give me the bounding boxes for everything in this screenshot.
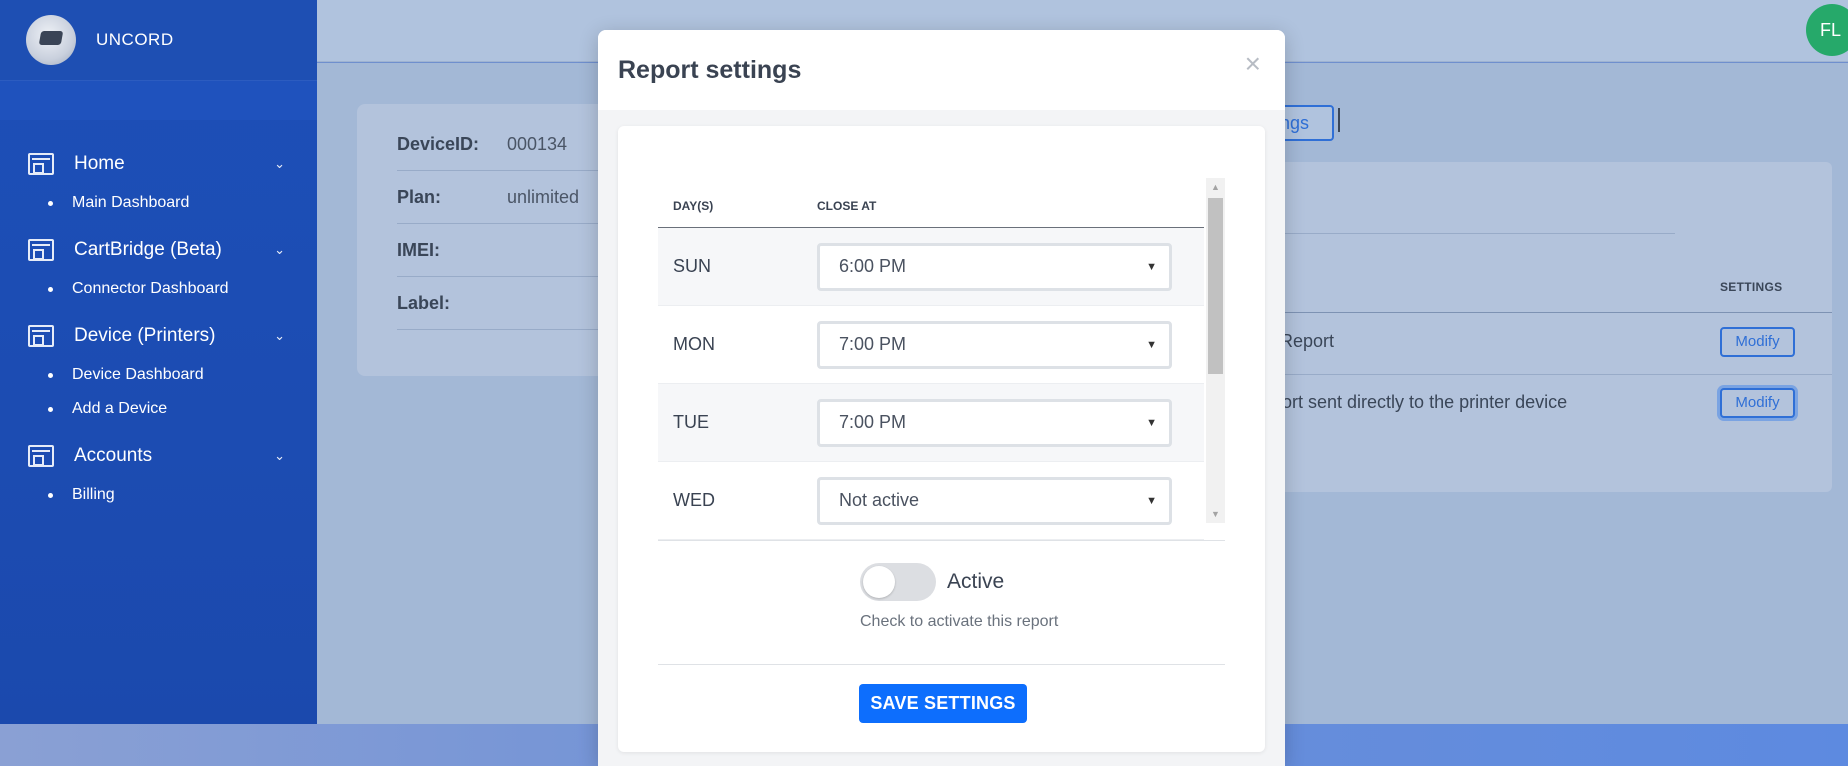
nav-group-cartbridge: CartBridge (Beta) ⌄ Connector Dashboard	[0, 228, 317, 306]
nav-head-cartbridge[interactable]: CartBridge (Beta) ⌄	[0, 228, 317, 272]
sidebar-item-label: Connector Dashboard	[72, 280, 229, 297]
toggle-label: Active	[947, 570, 1005, 593]
bullet-icon	[48, 492, 53, 498]
active-toggle[interactable]	[860, 563, 936, 601]
reports-row-line	[1270, 374, 1832, 375]
chevron-down-icon: ⌄	[274, 448, 285, 463]
sidebar-divider	[0, 80, 317, 120]
divider	[658, 540, 1225, 541]
device-value: 000134	[507, 134, 568, 154]
bullet-icon	[48, 286, 53, 292]
chevron-down-icon: ⌄	[274, 156, 285, 171]
divider	[658, 664, 1225, 665]
bullet-icon	[48, 406, 53, 412]
tab-separator	[1338, 108, 1340, 132]
device-key: DeviceID:	[397, 134, 480, 154]
device-value: unlimited	[507, 187, 580, 207]
nav-group-home: Home ⌄ Main Dashboard	[0, 142, 317, 220]
nav-label: Device (Printers)	[74, 325, 216, 346]
select-value: Not active	[839, 490, 920, 510]
brand-logo	[26, 15, 76, 65]
device-key: Plan:	[397, 187, 442, 207]
modify-button-focused[interactable]: Modify	[1720, 388, 1795, 418]
sidebar-item-label: Add a Device	[72, 400, 168, 417]
table-row: WED Not active ▼	[658, 462, 1204, 540]
nav-head-device[interactable]: Device (Printers) ⌄	[0, 314, 317, 358]
modal-body: DAY(S) CLOSE AT SUN 6:00 PM ▼ MON 7:00 PM…	[618, 126, 1265, 752]
table-row: TUE 7:00 PM ▼	[658, 384, 1204, 462]
sidebar-item-label: Billing	[72, 486, 115, 503]
report-row-title: Report	[1280, 331, 1335, 351]
active-toggle-row: Active	[860, 563, 1004, 601]
settings-column-header: SETTINGS	[1720, 280, 1783, 294]
select-value: 7:00 PM	[839, 334, 907, 354]
close-icon[interactable]: ×	[1245, 48, 1261, 80]
report-row-description: port sent directly to the printer device	[1272, 392, 1568, 412]
scrollbar[interactable]: ▲ ▼	[1206, 178, 1225, 523]
sidebar-item-billing[interactable]: Billing	[0, 478, 317, 512]
device-key: IMEI:	[397, 240, 440, 260]
sidebar-item-label: Main Dashboard	[72, 194, 190, 211]
sidebar-item-device-dashboard[interactable]: Device Dashboard	[0, 358, 317, 392]
chevron-down-icon: ⌄	[274, 328, 285, 343]
dashboard-icon	[28, 445, 54, 467]
nav-label: CartBridge (Beta)	[74, 239, 222, 260]
close-time-select[interactable]: 7:00 PM ▼	[817, 320, 1172, 369]
toggle-help-text: Check to activate this report	[860, 613, 1059, 630]
sidebar-item-connector-dashboard[interactable]: Connector Dashboard	[0, 272, 317, 306]
schedule-rows: SUN 6:00 PM ▼ MON 7:00 PM ▼ TUE 7:00 PM ▼ W…	[658, 228, 1204, 540]
close-time-select[interactable]: 6:00 PM ▼	[817, 242, 1172, 291]
reports-header-line	[1270, 312, 1832, 313]
column-day: DAY(S)	[673, 199, 714, 213]
caret-down-icon: ▼	[1146, 494, 1157, 507]
device-key: Label:	[397, 293, 451, 313]
nav-group-accounts: Accounts ⌄ Billing	[0, 434, 317, 512]
column-close-at: CLOSE AT	[817, 199, 877, 213]
caret-down-icon: ▼	[1146, 338, 1157, 351]
close-time-select[interactable]: 7:00 PM ▼	[817, 398, 1172, 447]
sidebar-nav: Home ⌄ Main Dashboard CartBridge (Beta) …	[0, 120, 317, 512]
reports-divider	[1270, 233, 1675, 234]
nav-head-accounts[interactable]: Accounts ⌄	[0, 434, 317, 478]
chevron-down-icon: ⌄	[274, 242, 285, 257]
scroll-thumb[interactable]	[1208, 198, 1223, 374]
dashboard-icon	[28, 239, 54, 261]
sidebar-item-main-dashboard[interactable]: Main Dashboard	[0, 186, 317, 220]
day-label: TUE	[673, 412, 709, 432]
nav-label: Home	[74, 153, 125, 174]
select-value: 6:00 PM	[839, 256, 907, 276]
close-time-select[interactable]: Not active ▼	[817, 476, 1172, 525]
dashboard-icon	[28, 325, 54, 347]
table-row: SUN 6:00 PM ▼	[658, 228, 1204, 306]
bullet-icon	[48, 372, 53, 378]
save-settings-button[interactable]: SAVE SETTINGS	[859, 684, 1027, 723]
sidebar-item-label: Device Dashboard	[72, 366, 204, 383]
table-row: MON 7:00 PM ▼	[658, 306, 1204, 384]
nav-label: Accounts	[74, 445, 153, 466]
caret-down-icon: ▼	[1146, 416, 1157, 429]
avatar[interactable]: FL	[1806, 4, 1848, 56]
sidebar-item-add-device[interactable]: Add a Device	[0, 392, 317, 426]
scroll-up-arrow-icon[interactable]: ▲	[1206, 178, 1225, 196]
dashboard-icon	[28, 153, 54, 175]
select-value: 7:00 PM	[839, 412, 907, 432]
brand-name: UNCORD	[96, 30, 174, 49]
day-label: WED	[673, 490, 715, 510]
modal-header: Report settings ×	[598, 30, 1285, 110]
bullet-icon	[48, 200, 53, 206]
nav-group-device: Device (Printers) ⌄ Device Dashboard Add…	[0, 314, 317, 426]
scroll-down-arrow-icon[interactable]: ▼	[1206, 505, 1225, 523]
brand[interactable]: UNCORD	[0, 0, 317, 80]
caret-down-icon: ▼	[1146, 260, 1157, 273]
modal-title: Report settings	[618, 55, 802, 84]
day-label: SUN	[673, 256, 712, 276]
schedule-header: DAY(S) CLOSE AT	[658, 178, 1204, 228]
schedule-table: DAY(S) CLOSE AT SUN 6:00 PM ▼ MON 7:00 PM…	[658, 178, 1225, 540]
sidebar: UNCORD Home ⌄ Main Dashboard CartBridge …	[0, 0, 317, 724]
report-settings-modal: Report settings × DAY(S) CLOSE AT SUN 6:…	[598, 30, 1285, 766]
modify-button[interactable]: Modify	[1720, 327, 1795, 357]
nav-head-home[interactable]: Home ⌄	[0, 142, 317, 186]
day-label: MON	[673, 334, 715, 354]
